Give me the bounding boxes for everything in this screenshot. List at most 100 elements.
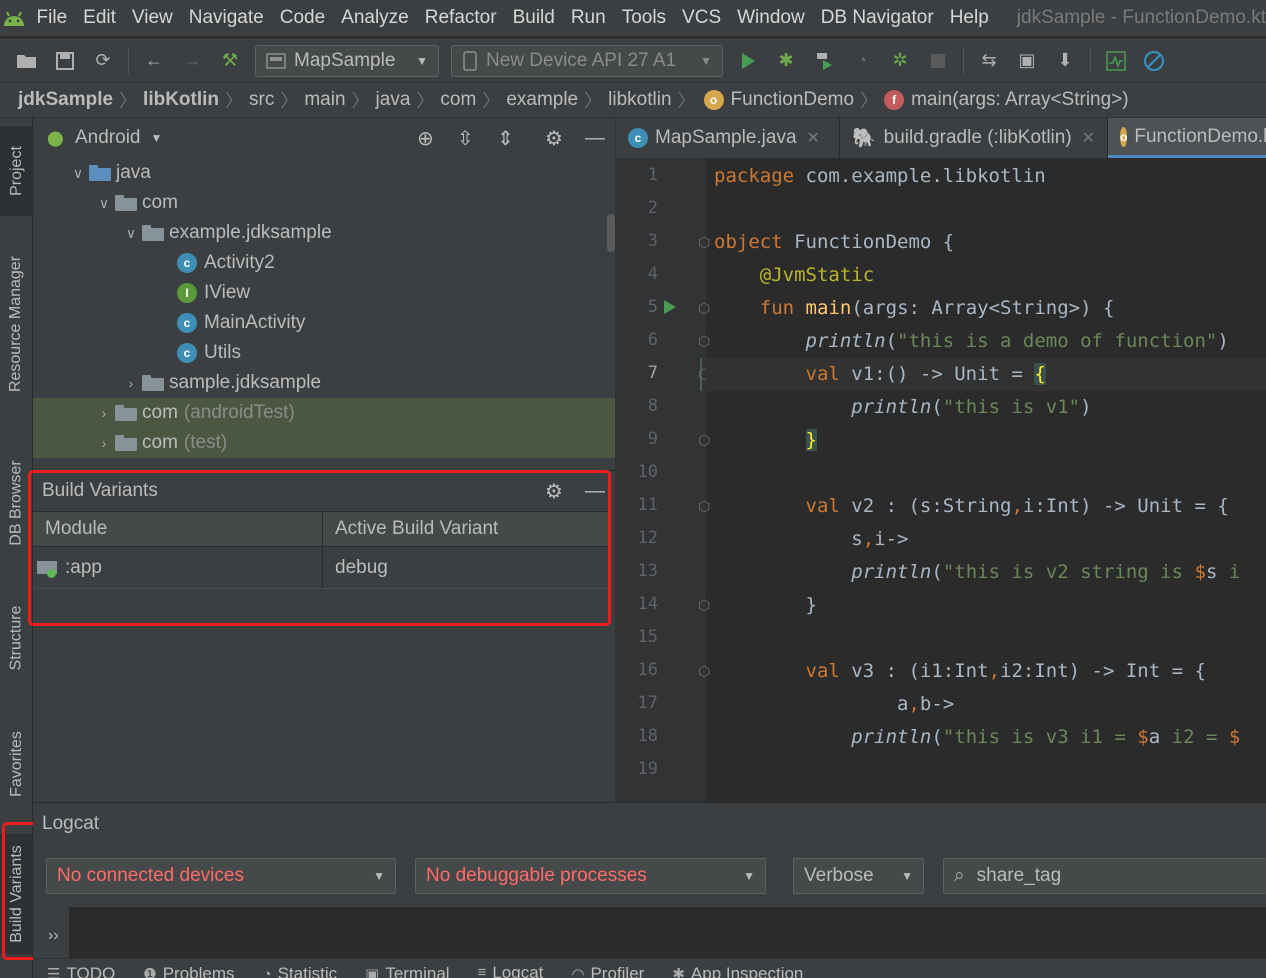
tree-item-example-jdksample[interactable]: ∨ example.jdksample [33, 218, 615, 248]
log-level-select[interactable]: Verbose ▼ [793, 858, 924, 894]
gradle-sync-icon[interactable]: ⇆ [974, 46, 1004, 76]
tab-functiondemo-kt[interactable]: o FunctionDemo.kt [1108, 118, 1266, 158]
tool-tab-structure[interactable]: Structure [0, 588, 33, 688]
tree-item-iview[interactable]: I IView [33, 278, 615, 308]
coverage-icon[interactable] [809, 46, 839, 76]
menu-refactor[interactable]: Refactor [417, 7, 505, 29]
tree-item-java[interactable]: ∨ java [33, 158, 615, 188]
stop-icon[interactable] [923, 46, 953, 76]
chevron-down-icon[interactable]: ▼ [151, 131, 163, 145]
tree-item-com-androidtest[interactable]: › com (androidTest) [33, 398, 615, 428]
minimize-icon[interactable]: — [585, 127, 605, 150]
save-icon[interactable] [50, 46, 80, 76]
chevron-down-icon[interactable]: ∨ [122, 225, 140, 242]
breadcrumb-item[interactable]: java [376, 89, 411, 111]
logcat-output[interactable] [69, 907, 1266, 959]
menu-code[interactable]: Code [272, 7, 333, 29]
gear-icon[interactable]: ⚙ [545, 126, 563, 151]
tool-tab-app-inspection[interactable]: ✱ App Inspection [672, 961, 803, 978]
attach-debugger-icon[interactable]: ✲ [885, 46, 915, 76]
expand-toolbar-icon[interactable]: ›› [48, 927, 59, 945]
minimize-icon[interactable]: — [585, 480, 605, 503]
tree-scrollbar[interactable] [607, 214, 615, 252]
chevron-down-icon[interactable]: ∨ [95, 195, 113, 212]
menu-tools[interactable]: Tools [614, 7, 674, 29]
breadcrumb-item[interactable]: main(args: Array<String>) [911, 89, 1129, 111]
column-header-active-variant[interactable]: Active Build Variant [323, 512, 609, 546]
tool-tab-profiler[interactable]: ◠ Profiler [571, 961, 644, 978]
expand-all-icon[interactable]: ⇳ [457, 126, 474, 151]
tab-mapsample-java[interactable]: c MapSample.java ✕ [616, 118, 840, 158]
locate-target-icon[interactable]: ⊕ [417, 126, 434, 151]
tool-tab-build-variants[interactable]: Build Variants [0, 834, 33, 954]
tree-item-sample-jdksample[interactable]: › sample.jdksample [33, 368, 615, 398]
chevron-right-icon[interactable]: › [95, 405, 113, 421]
menu-help[interactable]: Help [942, 7, 997, 29]
menu-db-navigator[interactable]: DB Navigator [813, 7, 942, 29]
device-select[interactable]: New Device API 27 A1 ▼ [451, 44, 723, 77]
tab-build-gradle[interactable]: 🐘 build.gradle (:libKotlin) ✕ [840, 118, 1108, 158]
breadcrumb-item[interactable]: com [440, 89, 476, 111]
activity-monitor-icon[interactable] [1101, 46, 1131, 76]
menu-vcs[interactable]: VCS [674, 7, 729, 29]
breadcrumb-item[interactable]: libKotlin [143, 89, 219, 111]
variant-cell[interactable]: debug [323, 547, 609, 588]
menu-navigate[interactable]: Navigate [181, 7, 272, 29]
menu-window[interactable]: Window [729, 7, 813, 29]
process-filter-select[interactable]: No debuggable processes ▼ [415, 858, 766, 894]
collapse-all-icon[interactable]: ⇕ [497, 126, 514, 151]
tool-tab-project[interactable]: Project [0, 126, 33, 216]
menu-analyze[interactable]: Analyze [333, 7, 417, 29]
sdk-manager-icon[interactable]: ⬇ [1050, 46, 1080, 76]
back-arrow-icon[interactable]: ← [139, 46, 169, 76]
close-icon[interactable]: ✕ [1082, 128, 1095, 148]
breadcrumb-item[interactable]: FunctionDemo [731, 89, 855, 111]
tree-item-com-test[interactable]: › com (test) [33, 428, 615, 458]
forward-arrow-icon[interactable]: → [177, 46, 207, 76]
menu-run[interactable]: Run [563, 7, 614, 29]
device-manager-icon[interactable]: ▣ [1012, 46, 1042, 76]
device-filter-select[interactable]: No connected devices ▼ [46, 858, 396, 894]
tool-tab-problems[interactable]: ❶ Problems [143, 961, 234, 978]
profile-icon[interactable]: ◔ [847, 46, 877, 76]
run-icon[interactable] [733, 46, 763, 76]
tool-tab-favorites[interactable]: Favorites [0, 714, 33, 814]
chevron-down-icon: ▼ [416, 53, 428, 68]
tool-tab-resource-manager[interactable]: Resource Manager [0, 234, 33, 414]
no-entry-icon[interactable] [1139, 46, 1169, 76]
sync-icon[interactable]: ⟳ [88, 46, 118, 76]
tool-tab-terminal[interactable]: ▣ Terminal [365, 961, 449, 978]
breadcrumb-item[interactable]: libkotlin [608, 89, 671, 111]
code-area[interactable]: package com.example.libkotlin object Fun… [706, 158, 1266, 802]
tool-tab-todo[interactable]: ☰ TODO [47, 961, 115, 978]
tool-tab-db-browser[interactable]: DB Browser [0, 438, 33, 568]
open-folder-icon[interactable] [12, 46, 42, 76]
tree-item-activity2[interactable]: c Activity2 [33, 248, 615, 278]
menu-edit[interactable]: Edit [75, 7, 124, 29]
project-view-mode[interactable]: Android [75, 127, 141, 149]
menu-build[interactable]: Build [505, 7, 563, 29]
column-header-module[interactable]: Module [33, 512, 323, 546]
close-icon[interactable]: ✕ [807, 128, 820, 148]
breadcrumb-item[interactable]: main [304, 89, 345, 111]
run-gutter-icon[interactable] [663, 299, 677, 321]
menu-view[interactable]: View [124, 7, 181, 29]
gear-icon[interactable]: ⚙ [545, 479, 563, 504]
breadcrumb-item[interactable]: src [249, 89, 274, 111]
log-search-input[interactable]: ⌕ share_tag [943, 858, 1266, 894]
chevron-down-icon[interactable]: ∨ [69, 165, 87, 182]
build-hammer-icon[interactable]: ⚒ [215, 46, 245, 76]
tool-tab-statistic[interactable]: ◔ Statistic [263, 961, 338, 978]
breadcrumb-item[interactable]: jdkSample [18, 89, 113, 111]
tree-item-utils[interactable]: c Utils [33, 338, 615, 368]
menu-file[interactable]: File [29, 7, 76, 29]
tree-item-com[interactable]: ∨ com [33, 188, 615, 218]
tree-item-mainactivity[interactable]: c MainActivity [33, 308, 615, 338]
run-config-select[interactable]: MapSample ▼ [255, 44, 439, 77]
chevron-right-icon[interactable]: › [122, 375, 140, 391]
breadcrumb-item[interactable]: example [506, 89, 578, 111]
chevron-right-icon[interactable]: › [95, 435, 113, 451]
debug-bug-icon[interactable]: ✱ [771, 46, 801, 76]
table-row[interactable]: :app debug [33, 547, 609, 589]
tool-tab-logcat[interactable]: ≡ Logcat [478, 961, 544, 978]
